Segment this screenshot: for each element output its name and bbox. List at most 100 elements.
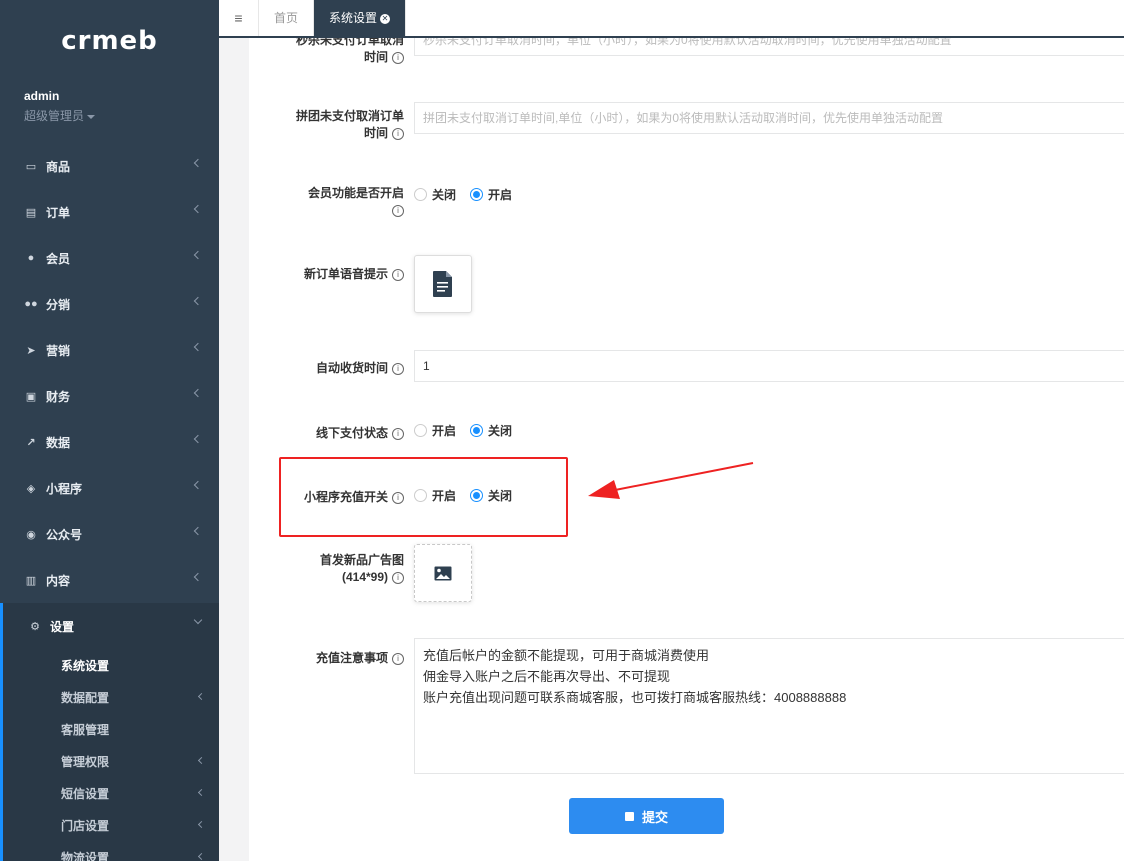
sidebar-item-distribution[interactable]: ●● 分销: [0, 281, 219, 327]
sidebar-menu: ▭ 商品 ▤ 订单 ● 会员 ●● 分销 ➤ 营销 ▣ 财务 ↗ 数据 ◈ 小程序 ◉ 公众号 ▥…: [0, 143, 219, 649]
info-icon[interactable]: i: [392, 268, 404, 281]
chevron-left-icon: [197, 756, 206, 765]
recharge-notice-textarea[interactable]: 充值后帐户的金额不能提现，可用于商城消费使用 佣金导入账户之后不能再次导出、不可…: [414, 638, 1124, 774]
user-name[interactable]: admin: [24, 89, 59, 103]
sidebar-item-orders[interactable]: ▤ 订单: [0, 189, 219, 235]
voice-file-upload[interactable]: [414, 255, 472, 313]
info-icon[interactable]: i: [392, 204, 404, 217]
offline-payment-radio-group: 开启 关闭: [414, 422, 526, 439]
chevron-left-icon: [193, 158, 203, 168]
auto-receive-label: 自动收货时间 i: [316, 360, 404, 377]
list-icon: ▤: [25, 206, 37, 219]
user-icon: ●: [27, 252, 35, 264]
offline-payment-label: 线下支付状态 i: [316, 425, 404, 442]
label-line: 时间: [363, 126, 388, 140]
sidebar-item-finance[interactable]: ▣ 财务: [0, 373, 219, 419]
info-icon[interactable]: i: [392, 652, 404, 665]
sidebar-item-members[interactable]: ● 会员: [0, 235, 219, 281]
close-tab-icon[interactable]: ✕: [380, 13, 391, 24]
sidebar-item-label: 财务: [46, 389, 71, 404]
submenu-item-label: 客服管理: [61, 722, 110, 737]
chevron-left-icon: [193, 526, 203, 536]
chevron-left-icon: [197, 788, 206, 797]
chart-icon: ↗: [26, 436, 36, 449]
caret-down-icon: [87, 114, 96, 119]
users-icon: ●●: [24, 298, 38, 310]
sidebar-item-marketing[interactable]: ➤ 营销: [0, 327, 219, 373]
submit-button[interactable]: 提交: [569, 798, 724, 834]
content-area: 秒杀未支付订单取消时间 i 秒杀未支付订单取消时间，单位（小时），如果为0将使用默…: [219, 38, 1124, 861]
sidebar-item-goods[interactable]: ▭ 商品: [0, 143, 219, 189]
sidebar-item-settings[interactable]: ⚙ 设置: [0, 603, 219, 649]
sidebar-item-wechat[interactable]: ◉ 公众号: [0, 511, 219, 557]
info-icon[interactable]: i: [392, 427, 404, 440]
submenu-item-label: 门店设置: [61, 818, 110, 833]
radio-label: 开启: [488, 188, 513, 202]
settings-form: 秒杀未支付订单取消时间 i 秒杀未支付订单取消时间，单位（小时），如果为0将使用默…: [249, 38, 1124, 861]
annotation-arrow: [588, 462, 754, 499]
label-line: 时间: [363, 50, 388, 64]
seckill-cancel-input[interactable]: 秒杀未支付订单取消时间，单位（小时），如果为0将使用默认活动取消时间，优先使用单…: [414, 38, 1124, 56]
sidebar-item-miniprogram[interactable]: ◈ 小程序: [0, 465, 219, 511]
label-line: 秒杀未支付订单取消: [295, 38, 404, 47]
sidebar-item-label: 内容: [46, 573, 71, 588]
info-icon[interactable]: i: [392, 127, 404, 140]
label-line: 会员功能是否开启: [307, 186, 404, 200]
radio-label: 关闭: [432, 188, 457, 202]
chevron-left-icon: [193, 434, 203, 444]
submenu-item-sms[interactable]: 短信设置: [3, 777, 219, 809]
member-off-radio[interactable]: 关闭: [414, 186, 456, 203]
bag-icon: [624, 811, 634, 821]
member-feature-radio-group: 关闭 开启: [414, 186, 526, 203]
info-icon[interactable]: i: [392, 571, 404, 584]
chevron-left-icon: [197, 820, 206, 829]
chevron-left-icon: [193, 204, 203, 214]
chevron-left-icon: [193, 342, 203, 352]
money-icon: ▣: [25, 390, 37, 403]
submenu-item-customer-service[interactable]: 客服管理: [3, 713, 219, 745]
submenu-item-permissions[interactable]: 管理权限: [3, 745, 219, 777]
sidebar-item-data[interactable]: ↗ 数据: [0, 419, 219, 465]
label-line: (414*99): [341, 570, 388, 584]
group-cancel-label: 拼团未支付取消订单时间 i: [296, 108, 404, 142]
chevron-left-icon: [193, 296, 203, 306]
ad-image-upload[interactable]: [414, 544, 472, 602]
submenu-item-stores[interactable]: 门店设置: [3, 809, 219, 841]
submenu-item-label: 系统设置: [61, 658, 110, 673]
offline-on-radio[interactable]: 开启: [414, 422, 456, 439]
radio-label: 关闭: [488, 424, 513, 438]
radio-dot: [414, 188, 427, 201]
offline-off-radio[interactable]: 关闭: [470, 422, 512, 439]
radio-dot: [470, 188, 484, 201]
info-icon[interactable]: i: [392, 362, 404, 375]
info-icon[interactable]: i: [392, 51, 404, 64]
send-icon: ➤: [26, 344, 36, 357]
label-line: 充值注意事项: [315, 651, 388, 665]
settings-submenu: 系统设置 数据配置 客服管理 管理权限 短信设置 门店设置 物流设置: [0, 649, 219, 861]
chevron-left-icon: [193, 250, 203, 260]
user-role-dropdown[interactable]: 超级管理员: [24, 107, 96, 124]
laptop-icon: ▭: [25, 160, 37, 173]
label-line: 拼团未支付取消订单: [295, 109, 404, 123]
member-on-radio[interactable]: 开启: [470, 186, 512, 203]
group-cancel-input[interactable]: 拼团未支付取消订单时间,单位（小时），如果为0将使用默认活动取消时间，优先使用单…: [414, 102, 1124, 134]
sidebar-item-label: 订单: [46, 205, 71, 220]
tab-label: 系统设置: [329, 11, 378, 25]
sidebar-item-content[interactable]: ▥ 内容: [0, 557, 219, 603]
auto-receive-input[interactable]: 1: [414, 350, 1124, 382]
sidebar-item-label: 商品: [46, 159, 71, 174]
radio-dot: [470, 424, 484, 437]
tab-home[interactable]: 首页: [259, 0, 315, 36]
tab-system-settings[interactable]: 系统设置 ✕: [314, 0, 407, 36]
sidebar-item-label: 分销: [46, 297, 71, 312]
submenu-item-system-settings[interactable]: 系统设置: [3, 649, 219, 681]
submenu-item-data-config[interactable]: 数据配置: [3, 681, 219, 713]
submenu-item-logistics[interactable]: 物流设置: [3, 841, 219, 861]
textarea-line: 佣金导入账户之后不能再次导出、不可提现: [423, 669, 671, 684]
book-icon: ▥: [25, 574, 37, 587]
top-tab-bar: ≡ 首页 系统设置 ✕: [219, 0, 1124, 38]
highlight-box: [279, 457, 568, 537]
sidebar-item-label: 小程序: [46, 481, 83, 496]
menu-toggle-icon[interactable]: ≡: [219, 0, 259, 36]
sidebar-item-label: 数据: [46, 435, 71, 450]
